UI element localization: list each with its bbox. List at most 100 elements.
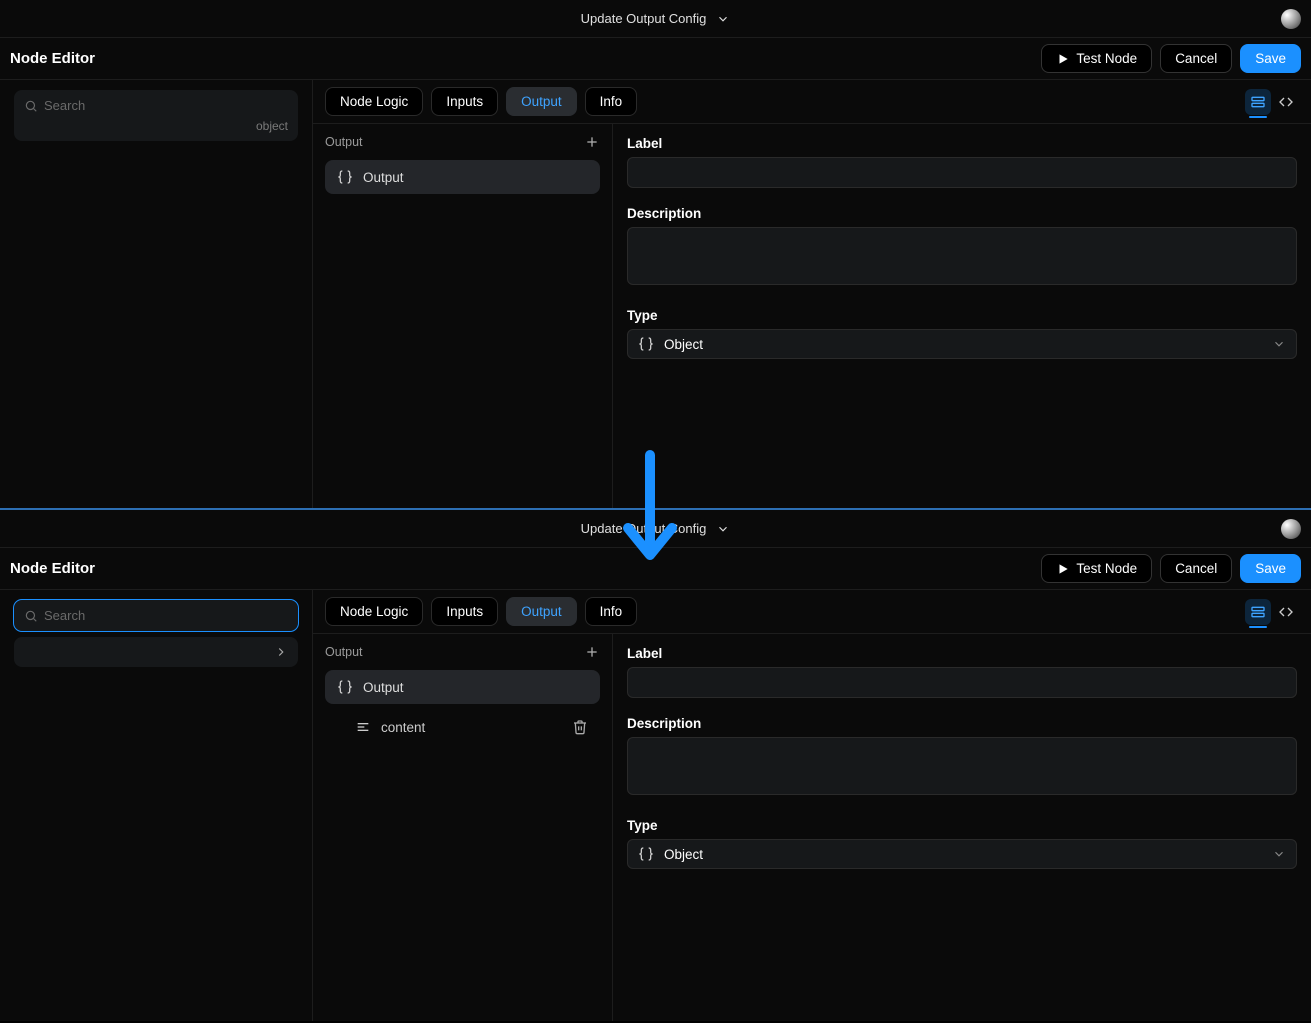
output-root-item[interactable]: Output <box>325 670 600 704</box>
chevron-down-icon <box>716 12 730 26</box>
titlebar: Update Output Config <box>0 0 1311 38</box>
title-dropdown[interactable]: Update Output Config <box>581 11 731 26</box>
type-field-label: Type <box>627 818 1297 833</box>
save-button[interactable]: Save <box>1240 554 1301 583</box>
search-icon <box>24 99 38 113</box>
output-tree: Output Output <box>313 124 613 508</box>
tab-inputs[interactable]: Inputs <box>431 597 498 626</box>
tab-row: Node Logic Inputs Output Info <box>313 590 1311 634</box>
title-text: Update Output Config <box>581 11 707 26</box>
search-icon <box>24 609 38 623</box>
text-icon <box>355 719 371 735</box>
search-tag: object <box>24 119 288 133</box>
output-root-label: Output <box>363 680 404 695</box>
label-input[interactable] <box>627 667 1297 698</box>
search-box[interactable]: object <box>14 90 298 141</box>
header-actions: Test Node Cancel Save <box>1041 44 1301 73</box>
editor-header: Node Editor Test Node Cancel Save <box>0 548 1311 590</box>
editor-main: Node Logic Inputs Output Info Out <box>313 80 1311 508</box>
search-input[interactable] <box>44 608 288 623</box>
form-panel: Label Description Type Object <box>613 124 1311 508</box>
search-box[interactable] <box>14 600 298 631</box>
test-node-button[interactable]: Test Node <box>1041 44 1152 73</box>
braces-icon <box>638 336 654 352</box>
output-root-label: Output <box>363 170 404 185</box>
type-select[interactable]: Object <box>627 329 1297 359</box>
test-node-button[interactable]: Test Node <box>1041 554 1152 583</box>
view-toggle <box>1245 599 1299 625</box>
view-toggle <box>1245 89 1299 115</box>
chevron-right-icon <box>274 645 288 659</box>
description-field-label: Description <box>627 716 1297 731</box>
chevron-down-icon <box>1272 337 1286 351</box>
output-root-item[interactable]: Output <box>325 160 600 194</box>
sidebar <box>0 590 313 1021</box>
type-value: Object <box>664 847 703 862</box>
tab-info[interactable]: Info <box>585 597 638 626</box>
play-icon <box>1056 562 1070 576</box>
page-title: Node Editor <box>10 560 95 577</box>
output-tree: Output Output content <box>313 634 613 1021</box>
braces-icon <box>638 846 654 862</box>
code-view-icon <box>1278 604 1294 620</box>
description-input[interactable] <box>627 737 1297 795</box>
form-view-icon <box>1250 604 1266 620</box>
tab-node-logic[interactable]: Node Logic <box>325 597 423 626</box>
save-button[interactable]: Save <box>1240 44 1301 73</box>
braces-icon <box>337 679 353 695</box>
cancel-button[interactable]: Cancel <box>1160 554 1232 583</box>
output-heading: Output <box>325 135 363 149</box>
content-row: Output Output Label Description <box>313 124 1311 508</box>
title-text: Update Output Config <box>581 521 707 536</box>
form-view-button[interactable] <box>1245 599 1271 625</box>
tab-inputs[interactable]: Inputs <box>431 87 498 116</box>
play-icon <box>1056 52 1070 66</box>
label-input[interactable] <box>627 157 1297 188</box>
title-dropdown[interactable]: Update Output Config <box>581 521 731 536</box>
form-view-icon <box>1250 94 1266 110</box>
tab-info[interactable]: Info <box>585 87 638 116</box>
braces-icon <box>337 169 353 185</box>
type-select[interactable]: Object <box>627 839 1297 869</box>
tab-output[interactable]: Output <box>506 87 577 116</box>
content-row: Output Output content <box>313 634 1311 1021</box>
form-panel: Label Description Type Object <box>613 634 1311 1021</box>
editor-main: Node Logic Inputs Output Info Out <box>313 590 1311 1021</box>
editor-body: Node Logic Inputs Output Info Out <box>0 590 1311 1021</box>
type-field-label: Type <box>627 308 1297 323</box>
editor-body: object Node Logic Inputs Output Info <box>0 80 1311 508</box>
trash-icon <box>572 719 588 735</box>
avatar[interactable] <box>1281 9 1301 29</box>
description-field-label: Description <box>627 206 1297 221</box>
page-title: Node Editor <box>10 50 95 67</box>
search-result-row[interactable] <box>14 637 298 667</box>
sidebar: object <box>0 80 313 508</box>
delete-child-button[interactable] <box>572 719 588 735</box>
header-actions: Test Node Cancel Save <box>1041 554 1301 583</box>
output-child-label: content <box>381 720 425 735</box>
avatar[interactable] <box>1281 519 1301 539</box>
pane-before: Update Output Config Node Editor Test No… <box>0 0 1311 510</box>
cancel-button[interactable]: Cancel <box>1160 44 1232 73</box>
code-view-button[interactable] <box>1273 89 1299 115</box>
tab-node-logic[interactable]: Node Logic <box>325 87 423 116</box>
search-input[interactable] <box>44 98 288 113</box>
titlebar: Update Output Config <box>0 510 1311 548</box>
pane-after: Update Output Config Node Editor Test No… <box>0 510 1311 1021</box>
output-child-item[interactable]: content <box>325 710 600 744</box>
code-view-icon <box>1278 94 1294 110</box>
chevron-down-icon <box>1272 847 1286 861</box>
label-field-label: Label <box>627 646 1297 661</box>
tab-row: Node Logic Inputs Output Info <box>313 80 1311 124</box>
output-heading: Output <box>325 645 363 659</box>
editor-header: Node Editor Test Node Cancel Save <box>0 38 1311 80</box>
add-output-icon[interactable] <box>584 644 600 660</box>
add-output-icon[interactable] <box>584 134 600 150</box>
label-field-label: Label <box>627 136 1297 151</box>
tab-output[interactable]: Output <box>506 597 577 626</box>
description-input[interactable] <box>627 227 1297 285</box>
form-view-button[interactable] <box>1245 89 1271 115</box>
type-value: Object <box>664 337 703 352</box>
chevron-down-icon <box>716 522 730 536</box>
code-view-button[interactable] <box>1273 599 1299 625</box>
